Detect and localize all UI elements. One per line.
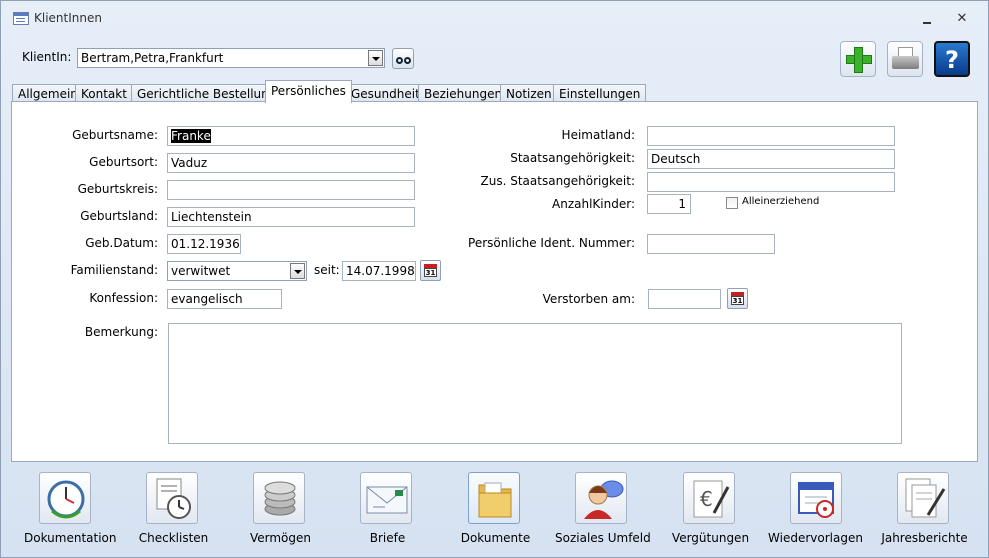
seit-label: seit: <box>314 263 340 277</box>
help-button[interactable]: ? <box>934 41 970 77</box>
checklisten-button[interactable] <box>146 472 198 524</box>
familienstand-label: Familienstand: <box>70 263 158 277</box>
verstorben-field[interactable] <box>648 289 721 309</box>
clock-document-icon <box>47 480 85 519</box>
bemerkung-field[interactable] <box>168 323 902 444</box>
zus-staatsangehoerigkeit-field[interactable] <box>647 172 895 192</box>
print-button[interactable] <box>887 41 923 77</box>
jahresberichte-label: Jahresberichte <box>881 531 968 545</box>
coins-icon <box>264 481 296 516</box>
bemerkung-label: Bemerkung: <box>84 325 158 339</box>
geburtsort-label: Geburtsort: <box>89 155 158 169</box>
staatsangehoerigkeit-label: Staatsangehörigkeit: <box>510 151 635 165</box>
wiedervorlagen-label: Wiedervorlagen <box>768 531 863 545</box>
dokumente-label: Dokumente <box>460 531 531 545</box>
client-select[interactable]: Bertram,Petra,Frankfurt <box>77 48 385 68</box>
minimize-button[interactable] <box>915 9 941 29</box>
geburtskreis-field[interactable] <box>167 180 415 200</box>
briefe-button[interactable] <box>360 472 412 524</box>
report-pen-icon <box>905 478 946 518</box>
ident-nummer-field[interactable] <box>647 234 775 254</box>
chevron-down-icon[interactable] <box>290 263 305 279</box>
verstorben-label: Verstorben am: <box>542 292 635 306</box>
checklisten-label: Checklisten <box>138 531 209 545</box>
familienstand-value: verwitwet <box>171 264 231 278</box>
dokumentation-label: Dokumentation <box>24 531 117 545</box>
euro-pen-icon: € <box>693 480 730 518</box>
calendar-clock-icon <box>798 482 834 518</box>
bottom-toolbar: Dokumentation Checklisten Vermögen Brief… <box>11 465 978 549</box>
geb-datum-field[interactable]: 01.12.1936 <box>167 234 241 254</box>
jahresberichte-button[interactable] <box>897 472 949 524</box>
alarm-clock-icon <box>156 478 191 519</box>
window-title: KlientInnen <box>34 11 102 25</box>
client-label: KlientIn: <box>22 50 72 64</box>
verguetungen-button[interactable]: € <box>683 472 735 524</box>
alleinerziehend-label: Alleinerziehend <box>742 196 820 207</box>
vermoegen-button[interactable] <box>253 472 305 524</box>
person-chat-icon <box>584 480 624 519</box>
close-button[interactable]: ✕ <box>949 9 975 29</box>
help-icon: ? <box>945 46 959 74</box>
geburtsland-label: Geburtsland: <box>80 209 158 223</box>
client-value: Bertram,Petra,Frankfurt <box>81 51 224 65</box>
geburtskreis-label: Geburtskreis: <box>77 182 158 196</box>
binoculars-icon <box>396 57 403 64</box>
soziales-umfeld-button[interactable] <box>575 472 627 524</box>
main-window: KlientInnen ✕ KlientIn: Bertram,Petra,Fr… <box>0 0 989 558</box>
add-button[interactable] <box>840 41 876 77</box>
anzahl-kinder-field[interactable]: 1 <box>647 194 691 214</box>
folder-icon <box>478 482 512 518</box>
anzahl-kinder-label: AnzahlKinder: <box>552 197 635 211</box>
konfession-label: Konfession: <box>89 291 158 305</box>
verstorben-calendar-button[interactable]: 31 <box>727 288 748 309</box>
title-bar: KlientInnen ✕ <box>1 1 988 35</box>
familienstand-select[interactable]: verwitwet <box>167 261 307 281</box>
binoculars-icon <box>404 57 411 64</box>
letter-icon <box>366 486 408 514</box>
dokumentation-button[interactable] <box>39 472 91 524</box>
vermoegen-label: Vermögen <box>249 531 312 545</box>
briefe-label: Briefe <box>369 531 406 545</box>
chevron-down-icon[interactable] <box>368 50 383 66</box>
geburtsland-field[interactable]: Liechtenstein <box>167 207 415 227</box>
seit-calendar-button[interactable]: 31 <box>420 260 441 281</box>
app-icon <box>13 12 29 25</box>
heimatland-label: Heimatland: <box>561 128 635 142</box>
konfession-field[interactable]: evangelisch <box>167 289 282 309</box>
tab-persoenliches[interactable]: Persönliches <box>265 80 352 103</box>
ident-nummer-label: Persönliche Ident. Nummer: <box>468 236 635 250</box>
verguetungen-label: Vergütungen <box>671 531 750 545</box>
geb-datum-label: Geb.Datum: <box>85 236 158 250</box>
wiedervorlagen-button[interactable] <box>790 472 842 524</box>
geburtsname-label: Geburtsname: <box>72 128 158 142</box>
geburtsname-field[interactable]: Franke <box>167 126 415 146</box>
zus-staatsangehoerigkeit-label: Zus. Staatsangehörigkeit: <box>480 174 635 188</box>
search-client-button[interactable] <box>392 48 414 69</box>
svg-text:€: € <box>700 487 713 511</box>
heimatland-field[interactable] <box>647 126 895 146</box>
seit-field[interactable]: 14.07.1998 <box>342 261 416 281</box>
tab-panel-persoenliches: Geburtsname: Franke Geburtsort: Vaduz Ge… <box>11 101 978 462</box>
geburtsort-field[interactable]: Vaduz <box>167 153 415 173</box>
dokumente-button[interactable] <box>468 472 520 524</box>
alleinerziehend-checkbox[interactable] <box>726 197 738 209</box>
staatsangehoerigkeit-field[interactable]: Deutsch <box>647 149 895 169</box>
soziales-umfeld-label: Soziales Umfeld <box>555 531 651 545</box>
